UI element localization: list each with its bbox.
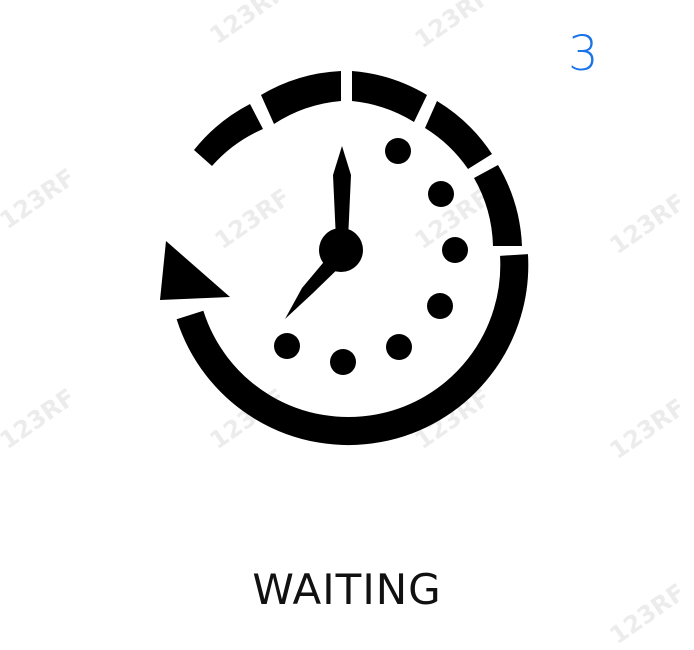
segmented-arc <box>194 71 522 246</box>
hour-dots <box>274 138 468 375</box>
arc-segment <box>261 71 341 124</box>
hour-dot <box>428 181 454 207</box>
arc-segment <box>425 101 492 169</box>
hour-dot <box>442 237 468 263</box>
hour-dot <box>385 138 411 164</box>
hour-dot <box>274 333 300 359</box>
hour-dot <box>330 349 356 375</box>
hour-dot <box>427 293 453 319</box>
arc-segment <box>474 165 522 246</box>
arc-segment <box>352 71 427 122</box>
arrow-head-icon <box>160 241 230 300</box>
arc-segment <box>194 104 263 166</box>
circular-arrow-path <box>176 254 529 445</box>
minute-hand <box>333 146 351 240</box>
clock-icon-graphic <box>160 71 529 445</box>
clock-center <box>319 228 363 272</box>
caption-title: WAITING <box>252 565 442 614</box>
clock-with-arrow-icon <box>0 0 694 642</box>
hour-dot <box>386 334 412 360</box>
